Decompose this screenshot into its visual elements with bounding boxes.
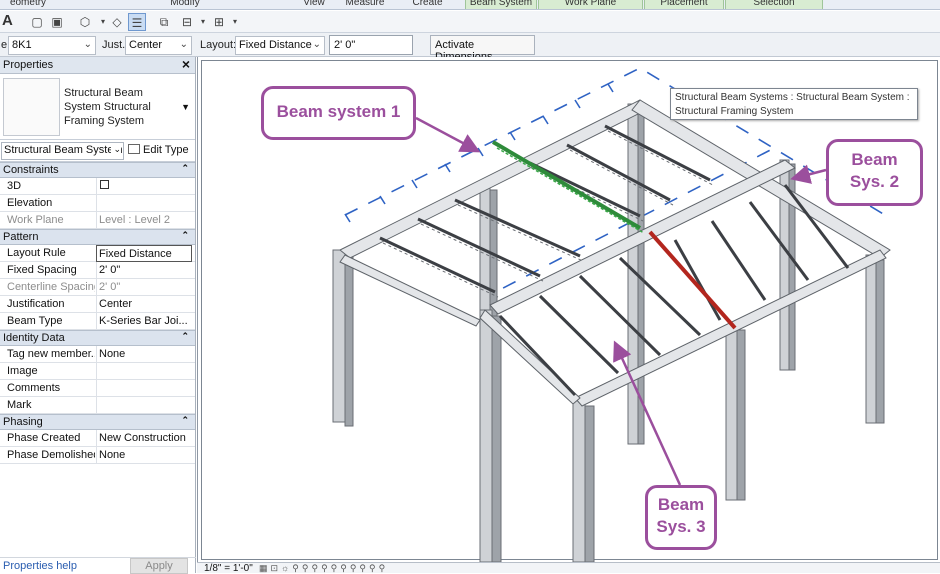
highlighted-joist-web-system-1 bbox=[496, 147, 645, 234]
callout-line: Sys. 3 bbox=[656, 517, 706, 536]
joists-system-3 bbox=[498, 256, 702, 397]
element-tooltip: Structural Beam Systems : Structural Bea… bbox=[670, 88, 918, 120]
view-control-bar: 1/8" = 1'-0" ▦⊡☼⚲⚲⚲⚲⚲⚲⚲⚲⚲⚲ bbox=[197, 562, 940, 574]
view-control-icons[interactable]: ▦⊡☼⚲⚲⚲⚲⚲⚲⚲⚲⚲⚲ bbox=[259, 563, 388, 573]
callout-line: Beam system 1 bbox=[276, 102, 401, 121]
callout-line: Beam bbox=[851, 150, 898, 169]
columns bbox=[332, 103, 885, 563]
callout-beam-system-3: Beam Sys. 3 bbox=[645, 485, 717, 550]
callout-line: Sys. 2 bbox=[849, 172, 900, 191]
view-scale[interactable]: 1/8" = 1'-0" bbox=[204, 563, 253, 574]
structural-model-view[interactable] bbox=[0, 0, 940, 573]
callout-beam-system-2: Beam Sys. 2 bbox=[826, 139, 923, 206]
highlighted-joist-system-2[interactable] bbox=[648, 230, 737, 330]
girders bbox=[339, 99, 891, 407]
callout-line: Beam bbox=[657, 495, 705, 514]
callout-beam-system-1: Beam system 1 bbox=[261, 86, 416, 140]
highlighted-joist-system-1[interactable] bbox=[491, 140, 642, 230]
